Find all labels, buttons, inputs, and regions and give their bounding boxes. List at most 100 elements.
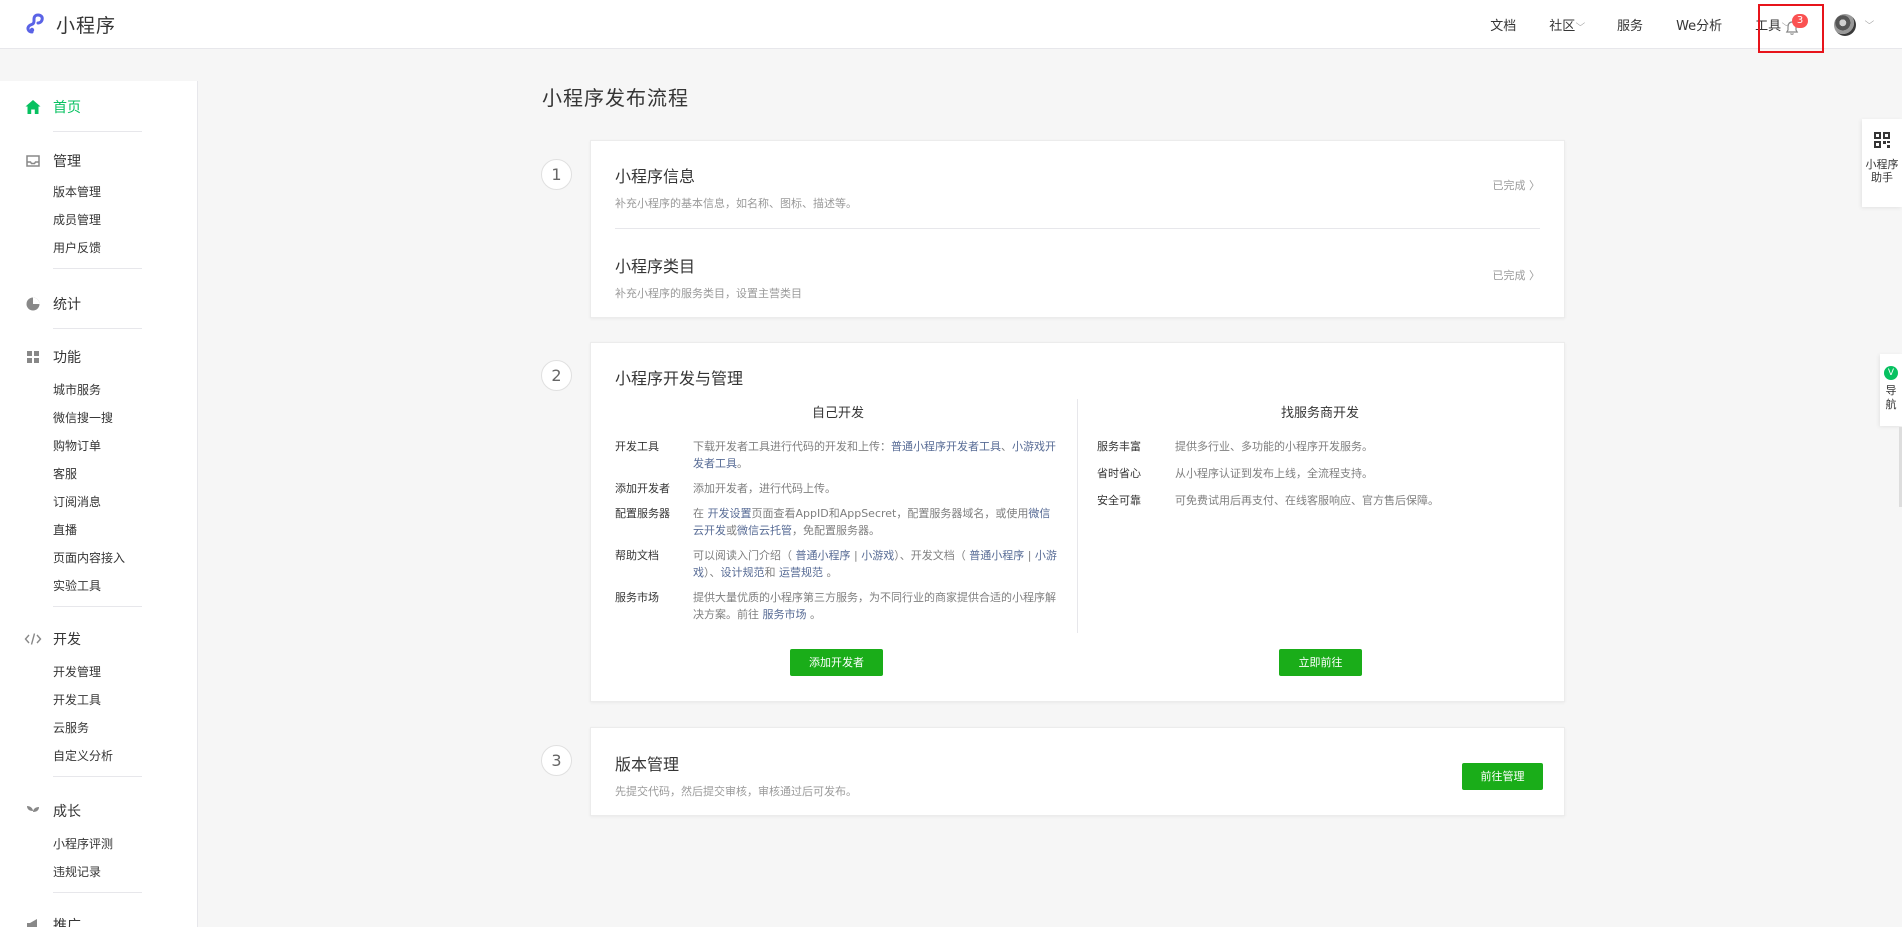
step3-card: 版本管理 先提交代码，然后提交审核，审核通过后可发布。 前往管理 xyxy=(590,727,1565,816)
go-now-button[interactable]: 立即前往 xyxy=(1279,649,1362,676)
link-intro-miniprogram[interactable]: 普通小程序 xyxy=(796,549,851,562)
row-value: 添加开发者，进行代码上传。 xyxy=(693,482,836,495)
sidebar-item-wechat-search[interactable]: 微信搜一搜 xyxy=(53,404,142,432)
text: ）、 xyxy=(704,566,721,579)
nav-docs[interactable]: 文档 xyxy=(1490,15,1516,34)
sidebar-item-label: 统计 xyxy=(53,297,81,313)
notification-button[interactable]: 3 xyxy=(1758,4,1824,53)
sidebar-item-subscription-messages[interactable]: 订阅消息 xyxy=(53,488,142,516)
sidebar-item-live[interactable]: 直播 xyxy=(53,516,142,544)
sidebar-item-user-feedback[interactable]: 用户反馈 xyxy=(53,234,142,262)
list-item: 安全可靠 可免费试用后再支付、在线客服响应、官方售后保障。 xyxy=(1097,492,1543,509)
sidebar-group-stats: 统计 xyxy=(24,294,142,329)
sidebar-item-experiment-tools[interactable]: 实验工具 xyxy=(53,572,142,600)
sidebar-item-dev-tools[interactable]: 开发工具 xyxy=(53,686,142,714)
row-title: 小程序类目 xyxy=(615,257,696,276)
sidebar-item-customer-service[interactable]: 客服 xyxy=(53,460,142,488)
logo-text: 小程序 xyxy=(56,14,117,37)
go-manage-button[interactable]: 前往管理 xyxy=(1462,763,1543,790)
text: | xyxy=(1024,549,1035,562)
assistant-widget[interactable]: 小程序 助手 xyxy=(1862,119,1902,207)
sidebar-item-dev-manage[interactable]: 开发管理 xyxy=(53,658,142,686)
sidebar-item-page-content[interactable]: 页面内容接入 xyxy=(53,544,142,572)
row-value: 可免费试用后再支付、在线客服响应、官方售后保障。 xyxy=(1175,494,1439,507)
nav-community[interactable]: 社区 ⌵ xyxy=(1549,15,1586,34)
sidebar-item-shopping-orders[interactable]: 购物订单 xyxy=(53,432,142,460)
sidebar-item-cloud-service[interactable]: 云服务 xyxy=(53,714,142,742)
sidebar-item-evaluation[interactable]: 小程序评测 xyxy=(53,830,142,858)
text: 。 xyxy=(737,457,748,470)
divider xyxy=(53,606,142,607)
status-completed[interactable]: 已完成 〉 xyxy=(1493,267,1541,283)
sidebar-group-growth: 成长 小程序评测 违规记录 xyxy=(24,801,142,893)
list-item: 服务市场 提供大量优质的小程序第三方服务，为不同行业的商家提供合适的小程序解决方… xyxy=(615,589,1061,623)
nav-services[interactable]: 服务 xyxy=(1617,15,1643,34)
mini-program-info-row[interactable]: 小程序信息 补充小程序的基本信息，如名称、图标、描述等。 xyxy=(615,163,857,211)
code-icon xyxy=(24,630,42,648)
step-number-1: 1 xyxy=(541,159,572,190)
link-docs-miniprogram[interactable]: 普通小程序 xyxy=(969,549,1024,562)
nav-services-label: 服务 xyxy=(1617,18,1644,34)
text: 提供大量优质的小程序第三方服务，为不同行业的商家提供合适的小程序解决方案。前往 xyxy=(693,591,1056,621)
sidebar-item-version-manage[interactable]: 版本管理 xyxy=(53,178,142,206)
text: 在 xyxy=(693,507,708,520)
version-manage-row: 版本管理 先提交代码，然后提交审核，审核通过后可发布。 xyxy=(615,751,857,799)
sidebar-item-promotion[interactable]: 推广 xyxy=(24,915,142,927)
sidebar-item-growth[interactable]: 成长 xyxy=(24,801,142,821)
row-value: 提供多行业、多功能的小程序开发服务。 xyxy=(1175,440,1373,453)
add-developer-button[interactable]: 添加开发者 xyxy=(790,649,883,676)
nav-we-analytics-label: We分析 xyxy=(1676,18,1723,34)
link-ops-guide[interactable]: 运营规范 xyxy=(779,566,823,579)
link-cloud-hosting[interactable]: 微信云托管 xyxy=(737,524,792,537)
logo[interactable]: 小程序 xyxy=(25,11,116,37)
divider xyxy=(53,776,142,777)
sidebar-item-label: 推广 xyxy=(53,918,81,927)
sidebar-item-city-services[interactable]: 城市服务 xyxy=(53,376,142,404)
list-item: 开发工具 下载开发者工具进行代码的开发和上传：普通小程序开发者工具、小游戏开发者… xyxy=(615,438,1061,472)
top-bar: 小程序 文档 社区 ⌵ 服务 We分析 工具 ⌵ xyxy=(0,0,1902,49)
link-dev-settings[interactable]: 开发设置 xyxy=(708,507,752,520)
megaphone-icon xyxy=(24,916,42,927)
page-title: 小程序发布流程 xyxy=(542,86,689,110)
sidebar-item-stats[interactable]: 统计 xyxy=(24,294,142,314)
link-intro-minigame[interactable]: 小游戏 xyxy=(861,549,894,562)
sidebar-item-custom-analytics[interactable]: 自定义分析 xyxy=(53,742,142,770)
nav-we-analytics[interactable]: We分析 xyxy=(1676,15,1722,34)
provider-dev-list: 服务丰富 提供多行业、多功能的小程序开发服务。 省时省心 从小程序认证到发布上线… xyxy=(1097,438,1543,517)
sidebar-item-home[interactable]: 首页 xyxy=(24,97,142,117)
mini-program-category-row[interactable]: 小程序类目 补充小程序的服务类目，设置主营类目 xyxy=(615,253,802,301)
link-design-guide[interactable]: 设计规范 xyxy=(721,566,765,579)
status-completed[interactable]: 已完成 〉 xyxy=(1493,177,1541,193)
card-desc: 先提交代码，然后提交审核，审核通过后可发布。 xyxy=(615,785,857,798)
qr-code-icon xyxy=(1862,131,1902,152)
link-devtools[interactable]: 普通小程序开发者工具 xyxy=(891,440,1001,453)
sidebar-group-features: 功能 城市服务 微信搜一搜 购物订单 客服 订阅消息 直播 页面内容接入 实验工… xyxy=(24,347,142,607)
sidebar-item-member-manage[interactable]: 成员管理 xyxy=(53,206,142,234)
sidebar-item-label: 首页 xyxy=(53,100,81,116)
step-number-3: 3 xyxy=(541,745,572,776)
list-item: 帮助文档 可以阅读入门介绍（ 普通小程序 | 小游戏）、开发文档（ 普通小程序 … xyxy=(615,547,1061,581)
row-key: 配置服务器 xyxy=(615,507,670,520)
link-service-market[interactable]: 服务市场 xyxy=(763,608,807,621)
divider xyxy=(53,268,142,269)
notification-badge: 3 xyxy=(1792,14,1808,28)
row-key: 服务市场 xyxy=(615,591,659,604)
chevron-down-icon: ⌵ xyxy=(1575,19,1586,29)
divider xyxy=(53,892,142,893)
guide-label-line: 航 xyxy=(1885,398,1897,411)
text: 可以阅读入门介绍（ xyxy=(693,549,796,562)
guide-widget[interactable]: V 导 航 xyxy=(1880,354,1902,426)
sidebar-item-manage[interactable]: 管理 xyxy=(24,151,142,171)
text: 或 xyxy=(726,524,737,537)
chevron-down-icon[interactable]: ⌵ xyxy=(1865,17,1875,27)
sidebar-group-promotion: 推广 xyxy=(24,915,142,927)
step2-card: 小程序开发与管理 自己开发 找服务商开发 开发工具 下载开发者工具进行代码的开发… xyxy=(590,342,1565,702)
sidebar-item-features[interactable]: 功能 xyxy=(24,347,142,367)
miniprogram-logo-icon xyxy=(26,13,44,34)
list-item: 添加开发者 添加开发者，进行代码上传。 xyxy=(615,480,1061,497)
card-title: 版本管理 xyxy=(615,755,680,774)
sidebar-item-violation-records[interactable]: 违规记录 xyxy=(53,858,142,886)
avatar[interactable] xyxy=(1834,14,1856,36)
sidebar-item-develop[interactable]: 开发 xyxy=(24,629,142,649)
top-nav: 文档 社区 ⌵ 服务 We分析 工具 ⌵ xyxy=(1490,0,1791,48)
